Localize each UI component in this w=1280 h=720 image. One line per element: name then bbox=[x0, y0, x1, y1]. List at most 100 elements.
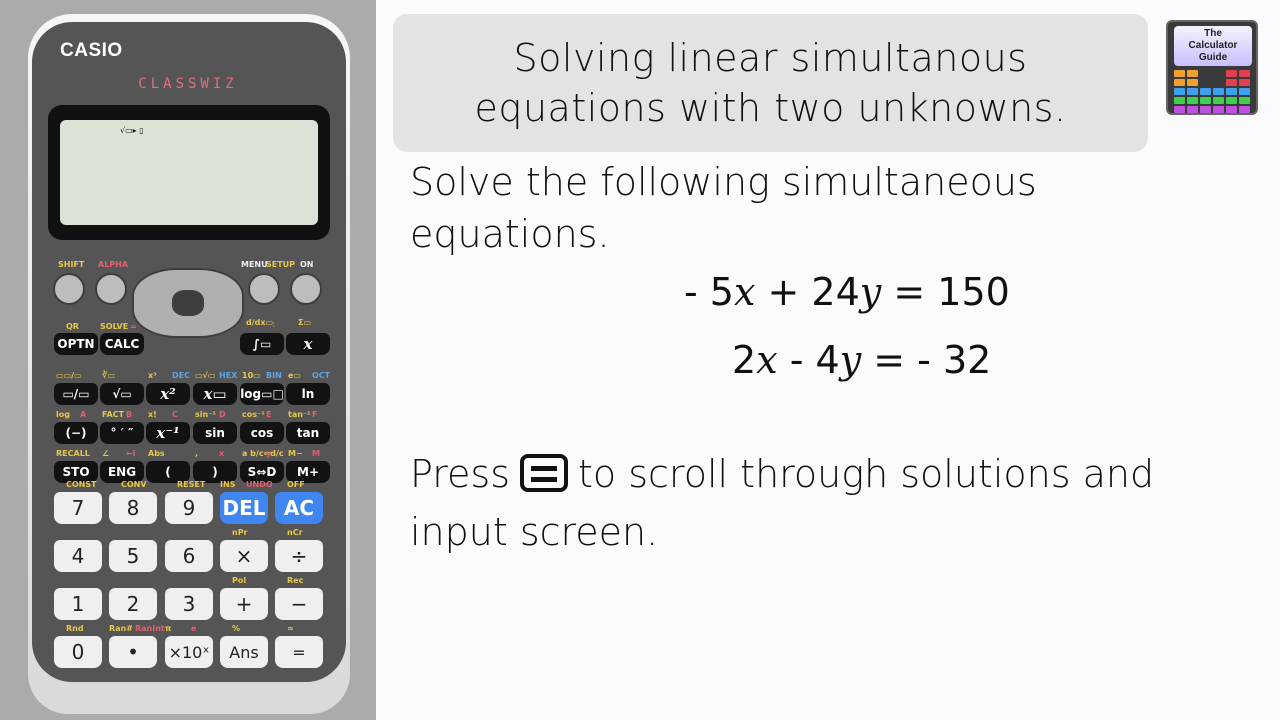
all-clear-key[interactable]: AC bbox=[275, 492, 323, 524]
key-shift-label: FACT bbox=[102, 410, 125, 419]
calc-key[interactable]: CALC bbox=[100, 333, 144, 355]
key-0[interactable]: 0 bbox=[54, 636, 102, 668]
cos-key[interactable]: cos bbox=[240, 422, 284, 444]
key-4[interactable]: 4 bbox=[54, 540, 102, 572]
press-instruction: Press to scroll through solutions and bbox=[410, 448, 1154, 500]
sqrt-key[interactable]: √▭ bbox=[100, 383, 144, 405]
press-text: Press bbox=[410, 452, 511, 496]
decimal-point-key[interactable]: • bbox=[109, 636, 157, 668]
logo-key bbox=[1239, 70, 1250, 77]
logo-key bbox=[1174, 88, 1185, 95]
equals-key-icon bbox=[520, 453, 569, 492]
scroll-text: to scroll through solutions and bbox=[578, 452, 1155, 496]
degree-key[interactable]: ° ′ ″ bbox=[100, 422, 144, 444]
key-shift-label: π bbox=[165, 624, 172, 633]
key-shift-label: M− bbox=[288, 449, 303, 458]
calculator-brand: CASIO bbox=[60, 40, 123, 61]
key-5[interactable]: 5 bbox=[109, 540, 157, 572]
key-7[interactable]: 7 bbox=[54, 492, 102, 524]
logo-key bbox=[1187, 106, 1198, 113]
log-key[interactable]: log▭□ bbox=[240, 383, 284, 405]
key-alpha-label: HEX bbox=[219, 371, 238, 380]
logo-key bbox=[1174, 79, 1185, 86]
eq2-rhs: = - 32 bbox=[873, 338, 992, 382]
equation-2: 2x - 4y = - 32 bbox=[732, 338, 991, 382]
key-shift-label: SOLVE bbox=[100, 322, 129, 331]
key-shift-label: CONV bbox=[121, 480, 147, 489]
key-shift-label: a b/c⇔d/c bbox=[242, 449, 284, 458]
negative-key[interactable]: (−) bbox=[54, 422, 98, 444]
key-shift-label: tan⁻¹ bbox=[288, 410, 311, 419]
logo-key bbox=[1200, 97, 1211, 104]
ans-key[interactable]: Ans bbox=[220, 636, 268, 668]
multiply-key[interactable]: × bbox=[220, 540, 268, 572]
key-alpha-label: RanInt bbox=[135, 624, 165, 633]
logo-key bbox=[1187, 79, 1198, 86]
key-shift-label: x! bbox=[148, 410, 157, 419]
logo-line-2: Calculator bbox=[1188, 40, 1238, 51]
on-label: ON bbox=[300, 260, 314, 269]
key-shift-label: ∠ bbox=[102, 449, 110, 458]
reciprocal-key[interactable]: x⁻¹ bbox=[146, 422, 190, 444]
display-indicator: √▭▸ ▯ bbox=[120, 126, 144, 135]
delete-key[interactable]: DEL bbox=[220, 492, 268, 524]
key-alpha-label: F bbox=[312, 410, 318, 419]
alpha-button[interactable] bbox=[95, 273, 127, 305]
key-alpha-label: M bbox=[312, 449, 320, 458]
key-9[interactable]: 9 bbox=[165, 492, 213, 524]
key-alpha-label: BIN bbox=[266, 371, 282, 380]
logo-text: The Calculator Guide bbox=[1174, 26, 1252, 66]
calculator-model: CLASSWIZ bbox=[138, 76, 238, 92]
eq2-coef-y: - 4 bbox=[789, 338, 840, 382]
ln-key[interactable]: ln bbox=[286, 383, 330, 405]
key-1[interactable]: 1 bbox=[54, 588, 102, 620]
key-8[interactable]: 8 bbox=[109, 492, 157, 524]
eq2-coef-x: 2 bbox=[732, 338, 757, 382]
square-key[interactable]: x² bbox=[146, 383, 190, 405]
shift-button[interactable] bbox=[53, 273, 85, 305]
direction-pad[interactable] bbox=[132, 268, 244, 338]
key-shift-label: 10▭ bbox=[242, 371, 261, 380]
key-shift-label: Rnd bbox=[66, 624, 84, 633]
key-shift-label: Abs bbox=[148, 449, 165, 458]
divide-key[interactable]: ÷ bbox=[275, 540, 323, 572]
key-alpha-label: x bbox=[219, 449, 225, 458]
eq1-coef-y: + 24 bbox=[767, 270, 860, 314]
logo-key bbox=[1200, 88, 1211, 95]
minus-key[interactable]: − bbox=[275, 588, 323, 620]
key-shift-label: ▭▭/▭ bbox=[56, 371, 82, 380]
logo-line-3: Guide bbox=[1198, 52, 1228, 63]
eq1-var-y: y bbox=[859, 270, 882, 314]
setup-label: SETUP bbox=[266, 260, 296, 269]
key-3[interactable]: 3 bbox=[165, 588, 213, 620]
plus-key[interactable]: + bbox=[220, 588, 268, 620]
logo-key bbox=[1226, 106, 1237, 113]
key-6[interactable]: 6 bbox=[165, 540, 213, 572]
logo-key bbox=[1226, 79, 1237, 86]
on-button[interactable] bbox=[290, 273, 322, 305]
menu-button[interactable] bbox=[248, 273, 280, 305]
integral-key[interactable]: ∫▭ bbox=[240, 333, 284, 355]
tan-key[interactable]: tan bbox=[286, 422, 330, 444]
x-variable-key[interactable]: x bbox=[286, 333, 330, 355]
key-2[interactable]: 2 bbox=[109, 588, 157, 620]
key-alpha-label: OCT bbox=[312, 371, 331, 380]
exp10-key[interactable]: ×10ˣ bbox=[165, 636, 213, 668]
eq2-var-y: y bbox=[839, 338, 862, 382]
key-shift-label: x³ bbox=[148, 371, 157, 380]
key-alpha-label: DEC bbox=[172, 371, 190, 380]
eq1-rhs: = 150 bbox=[893, 270, 1010, 314]
shift-label: SHIFT bbox=[58, 260, 85, 269]
sin-key[interactable]: sin bbox=[193, 422, 237, 444]
key-shift-label: QR bbox=[66, 322, 79, 331]
optn-key[interactable]: OPTN bbox=[54, 333, 98, 355]
key-alpha-label: UNDO bbox=[246, 480, 273, 489]
key-shift-label: , bbox=[195, 449, 199, 458]
power-key[interactable]: x▭ bbox=[193, 383, 237, 405]
key-alpha-label: A bbox=[80, 410, 87, 419]
fraction-key[interactable]: ▭/▭ bbox=[54, 383, 98, 405]
logo-key bbox=[1213, 88, 1224, 95]
key-shift-label: nPr bbox=[232, 528, 248, 537]
logo-key bbox=[1200, 106, 1211, 113]
logo-key bbox=[1226, 88, 1237, 95]
